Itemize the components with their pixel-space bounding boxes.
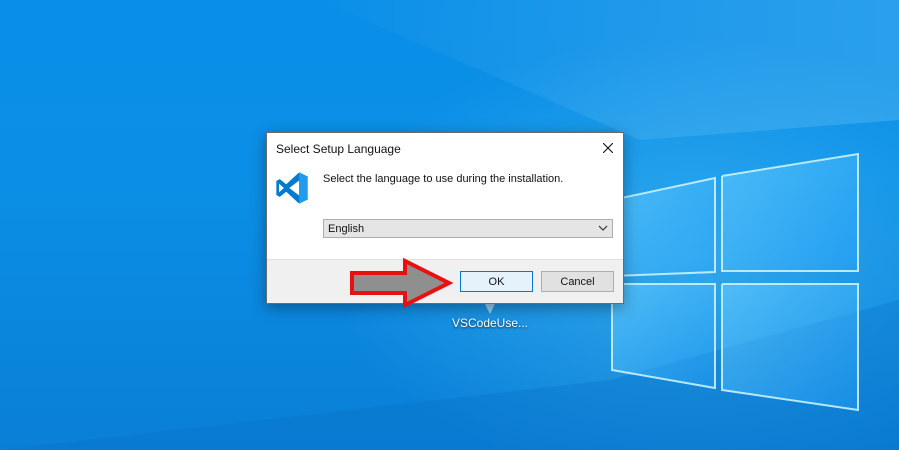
dialog-titlebar: Select Setup Language: [267, 133, 623, 163]
cancel-button[interactable]: Cancel: [541, 271, 614, 292]
desktop-file-item[interactable]: VSCodeUse...: [446, 300, 534, 330]
dialog-prompt: Select the language to use during the in…: [323, 173, 564, 185]
vscode-logo-icon: [276, 172, 308, 204]
ok-button[interactable]: OK: [460, 271, 533, 292]
annotation-arrow: [350, 258, 453, 308]
desktop-file-label: VSCodeUse...: [451, 316, 529, 330]
close-button[interactable]: [593, 133, 623, 163]
language-select[interactable]: English: [323, 219, 613, 238]
language-select-value: English: [328, 223, 365, 235]
chevron-down-icon: [598, 225, 608, 231]
close-icon: [603, 143, 613, 153]
dialog-title: Select Setup Language: [276, 142, 401, 156]
